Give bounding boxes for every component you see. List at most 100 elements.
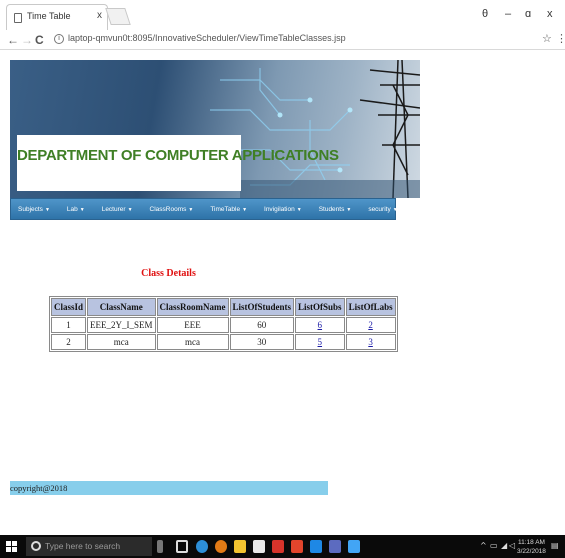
browser-menu-icon[interactable]: ⋮	[556, 32, 565, 45]
subjects-link[interactable]: 6	[318, 320, 323, 330]
battery-icon[interactable]: ▭	[490, 541, 498, 550]
menu-item-classrooms[interactable]: ClassRooms ▼	[150, 206, 194, 213]
bookmark-star-icon[interactable]: ☆	[542, 32, 552, 45]
store-icon[interactable]	[253, 540, 265, 553]
class-details-table: ClassId ClassName ClassRoomName ListOfStude…	[49, 296, 398, 352]
browser-tab[interactable]: Time Table x	[6, 4, 108, 30]
windows-taskbar: Type here to search ^ ▭ ◢ ◁ 11:18 AM 3/2…	[0, 535, 565, 558]
menu-item-label: TimeTable	[210, 205, 241, 213]
menu-item-label: Lab	[66, 205, 78, 213]
tray-clock[interactable]: 11:18 AM 3/22/2018	[517, 538, 546, 556]
table-cell: EEE_2Y_I_SEM	[87, 317, 156, 333]
caret-down-icon: ▼	[127, 206, 133, 213]
table-body: 1 EEE_2Y_I_SEM EEE 60 6 2 2 mca mca 30 5 3	[51, 317, 396, 350]
copyright-text: copyright@2018	[10, 483, 68, 493]
menu-item-label: Invigilation	[264, 205, 295, 213]
header-banner: DEPARTMENT OF COMPUTER APPLICATIONS	[10, 60, 420, 198]
reload-button[interactable]: C	[35, 33, 44, 47]
browser-tab-bar: Time Table x θ – ɑ x	[0, 0, 565, 30]
menu-item-label: security	[368, 205, 391, 213]
table-row: 2 mca mca 30 5 3	[51, 334, 396, 350]
new-tab-button[interactable]	[105, 8, 131, 25]
menu-item-invigilation[interactable]: Invigilation ▼	[264, 206, 302, 213]
main-nav-menu: Subjects ▼ Lab ▼ Lecturer ▼ ClassRooms ▼ TimeTab…	[10, 198, 435, 220]
table-cell: 60	[229, 317, 295, 333]
windows-start-icon[interactable]	[6, 541, 17, 552]
task-view-icon[interactable]	[176, 540, 188, 553]
edge-icon[interactable]	[196, 540, 208, 553]
app-icon-blue[interactable]	[310, 540, 322, 553]
section-heading: Class Details	[141, 268, 196, 279]
column-header: ListOfLabs	[345, 298, 396, 316]
table-cell: 2	[51, 334, 87, 350]
table-cell: 3	[345, 334, 396, 350]
table-header-row: ClassId ClassName ClassRoomName ListOfStude…	[51, 298, 396, 316]
app-icon-purple[interactable]	[329, 540, 341, 553]
menu-item-lecturer[interactable]: Lecturer ▼	[102, 206, 133, 213]
app-icon-lightblue[interactable]	[348, 540, 360, 553]
profile-icon[interactable]: θ	[482, 8, 488, 20]
minimize-button[interactable]: –	[505, 8, 511, 20]
menu-item-label: ClassRooms	[149, 205, 187, 213]
address-bar: ← → C i laptop-qmvun0t:8095/InnovativeSc…	[0, 30, 565, 50]
search-placeholder: Type here to search	[45, 541, 121, 551]
back-button[interactable]: ←	[7, 33, 19, 47]
caret-down-icon: ▼	[296, 206, 302, 213]
menu-list: Subjects ▼ Lab ▼ Lecturer ▼ ClassRooms ▼ TimeTab…	[11, 199, 435, 219]
menu-item-lab[interactable]: Lab ▼	[67, 206, 85, 213]
labs-link[interactable]: 2	[368, 320, 373, 330]
caret-down-icon: ▼	[188, 206, 194, 213]
menu-item-label: Logout	[414, 205, 435, 213]
caret-down-icon: ▼	[44, 206, 50, 213]
table-cell: 30	[229, 334, 295, 350]
tab-close-button[interactable]: x	[97, 10, 102, 21]
menu-item-timetable[interactable]: TimeTable ▼	[210, 206, 247, 213]
close-window-button[interactable]: x	[547, 8, 553, 20]
menu-item-label: Students	[318, 205, 345, 213]
tab-title: Time Table	[27, 11, 71, 21]
table-cell: mca	[156, 334, 229, 350]
menu-item-subjects[interactable]: Subjects ▼	[18, 206, 50, 213]
taskbar-search-input[interactable]: Type here to search	[26, 537, 152, 556]
column-header: ClassName	[87, 298, 156, 316]
column-header: ListOfSubs	[295, 298, 345, 316]
menu-item-label: Lecturer	[101, 205, 126, 213]
department-title: DEPARTMENT OF COMPUTER APPLICATIONS	[17, 147, 339, 164]
table-row: 1 EEE_2Y_I_SEM EEE 60 6 2	[51, 317, 396, 333]
table-cell: EEE	[156, 317, 229, 333]
chrome-icon[interactable]	[215, 540, 227, 553]
table-cell: 6	[295, 317, 345, 333]
url-input[interactable]: i laptop-qmvun0t:8095/InnovativeSchedule…	[54, 33, 530, 47]
caret-down-icon: ▼	[346, 206, 352, 213]
file-explorer-icon[interactable]	[234, 540, 246, 553]
column-header: ListOfStudents	[229, 298, 295, 316]
tray-date: 3/22/2018	[517, 548, 546, 555]
subjects-link[interactable]: 5	[318, 337, 323, 347]
table-cell: mca	[87, 334, 156, 350]
search-icon	[31, 541, 41, 551]
column-header: ClassId	[51, 298, 87, 316]
tray-time: 11:18 AM	[517, 539, 545, 546]
labs-link[interactable]: 3	[368, 337, 373, 347]
notification-icon[interactable]: ▤	[551, 541, 559, 550]
caret-down-icon: ▼	[79, 206, 85, 213]
volume-icon[interactable]: ◁	[509, 541, 515, 550]
footer-bar: copyright@2018	[10, 481, 328, 495]
info-icon[interactable]: i	[54, 34, 64, 44]
menu-item-logout[interactable]: Logout	[415, 206, 435, 213]
page-icon	[14, 13, 22, 23]
caret-down-icon: ▼	[242, 206, 248, 213]
microphone-icon[interactable]	[157, 540, 163, 553]
menu-item-security[interactable]: security ▼	[368, 206, 397, 213]
column-header: ClassRoomName	[156, 298, 229, 316]
app-icon-orange[interactable]	[291, 540, 303, 553]
network-icon[interactable]: ◢	[501, 541, 507, 550]
tray-chevron-icon[interactable]: ^	[480, 541, 487, 550]
forward-button[interactable]: →	[21, 33, 33, 47]
menu-item-students[interactable]: Students ▼	[319, 206, 352, 213]
restore-button[interactable]: ɑ	[525, 8, 531, 20]
app-icon-red[interactable]	[272, 540, 284, 553]
menu-item-label: Subjects	[18, 205, 43, 213]
url-text[interactable]: laptop-qmvun0t:8095/InnovativeScheduler/…	[68, 33, 346, 43]
table-cell: 1	[51, 317, 87, 333]
